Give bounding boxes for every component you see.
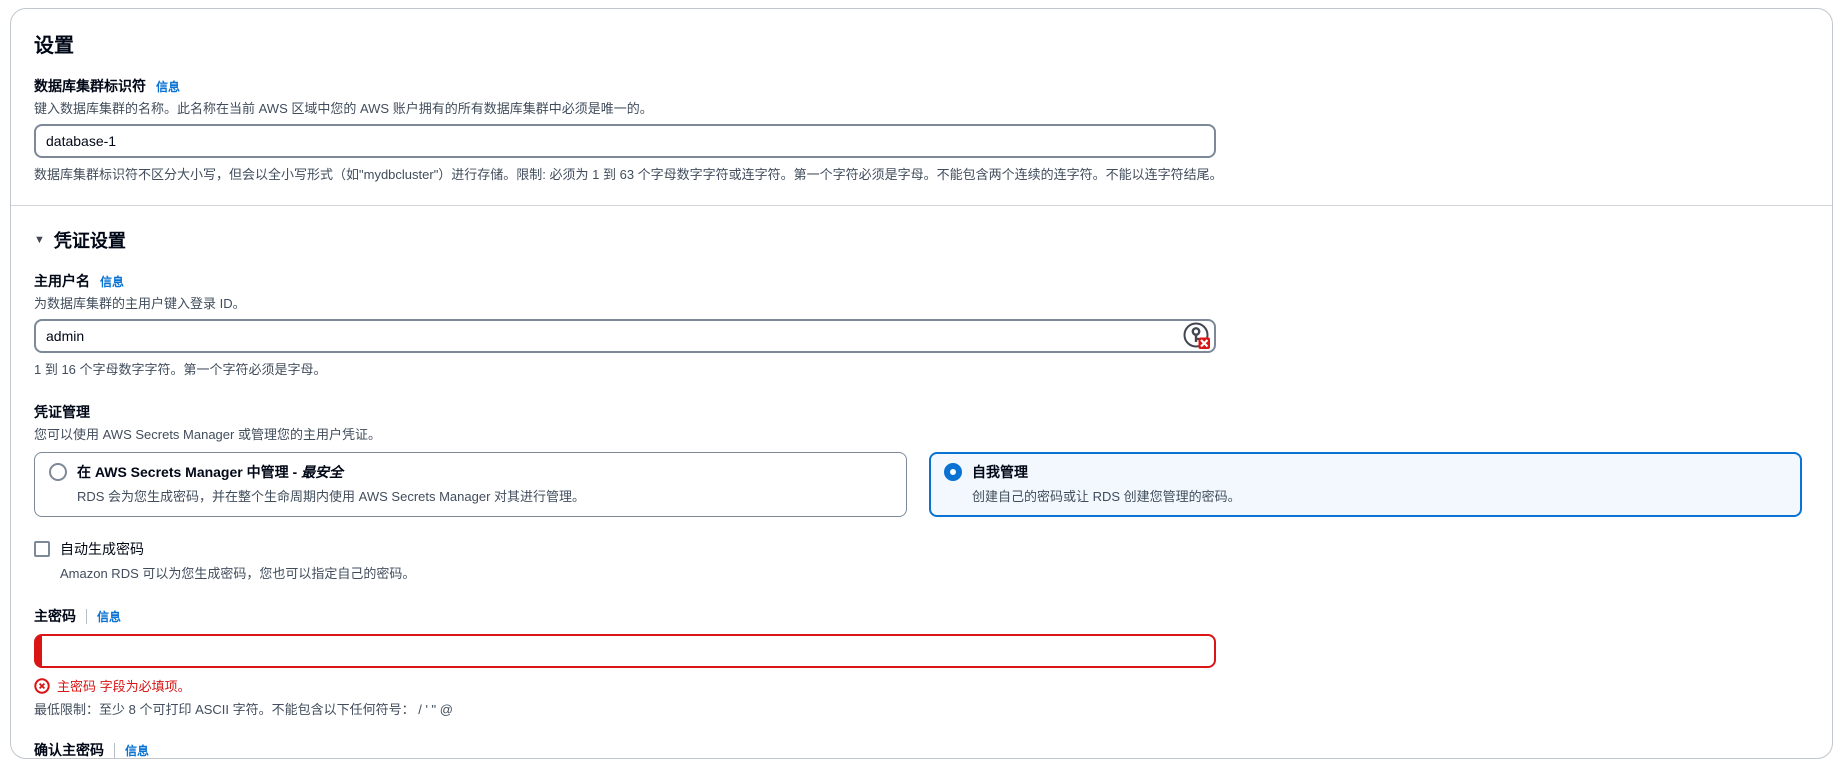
section-divider [11,205,1832,206]
cluster-identifier-description: 键入数据库集群的名称。此名称在当前 AWS 区域中您的 AWS 账户拥有的所有数… [34,101,653,116]
cluster-identifier-info-link[interactable]: 信息 [156,78,180,95]
credentials-section-header[interactable]: ▼ 凭证设置 [34,227,1811,253]
auto-generate-password-row: 自动生成密码 Amazon RDS 可以为您生成密码，您也可以指定自己的密码。 [34,539,1811,582]
master-password-input[interactable] [34,634,1216,668]
radio-tile-title: 在 AWS Secrets Manager 中管理 - 最安全 [77,464,344,480]
caret-down-icon: ▼ [34,233,45,246]
auto-generate-password-label: 自动生成密码 [60,541,144,557]
radio-tile-secrets-manager[interactable]: 在 AWS Secrets Manager 中管理 - 最安全 RDS 会为您生… [34,452,907,517]
label-separator [86,608,87,624]
credentials-management-options: 在 AWS Secrets Manager 中管理 - 最安全 RDS 会为您生… [34,452,1802,517]
confirm-master-password-info-link[interactable]: 信息 [125,742,149,759]
master-username-input[interactable] [34,319,1216,353]
master-password-label: 主密码 [34,608,76,624]
master-username-info-link[interactable]: 信息 [100,273,124,290]
cluster-identifier-input[interactable] [34,124,1216,158]
master-password-constraint: 最低限制：至少 8 个可打印 ASCII 字符。不能包含以下任何符号： / ' … [34,702,453,717]
master-username-description: 为数据库集群的主用户键入登录 ID。 [34,296,246,311]
credentials-management-label: 凭证管理 [34,404,90,420]
confirm-master-password-field: 确认主密码 信息 [34,740,1811,759]
radio-button-secrets-manager[interactable] [49,463,67,481]
page-title: 设置 [34,35,74,57]
radio-button-self-managed[interactable] [944,463,962,481]
master-password-error: 主密码 字段为必填项。 [34,676,1811,695]
master-password-error-text: 主密码 字段为必填项。 [57,679,191,694]
label-separator [114,742,115,758]
master-password-info-link[interactable]: 信息 [97,608,121,625]
credentials-management-field: 凭证管理 您可以使用 AWS Secrets Manager 或管理您的主用户凭… [34,402,1811,517]
key-password-manager-icon[interactable] [1183,322,1211,350]
error-circle-icon [34,677,50,694]
credentials-section-title: 凭证设置 [53,231,126,251]
cluster-identifier-constraint: 数据库集群标识符不区分大小写，但会以全小写形式（如"mydbcluster"）进… [34,167,1223,182]
radio-tile-description: 创建自己的密码或让 RDS 创建您管理的密码。 [972,489,1241,504]
radio-tile-title: 自我管理 [972,464,1028,480]
auto-generate-password-description: Amazon RDS 可以为您生成密码，您也可以指定自己的密码。 [60,566,416,581]
master-username-label: 主用户名 [34,273,90,289]
settings-panel: 设置 数据库集群标识符 信息 键入数据库集群的名称。此名称在当前 AWS 区域中… [10,8,1833,759]
radio-tile-self-managed[interactable]: 自我管理 创建自己的密码或让 RDS 创建您管理的密码。 [929,452,1802,517]
confirm-master-password-label: 确认主密码 [34,742,104,758]
auto-generate-password-checkbox[interactable] [34,541,50,557]
radio-tile-description: RDS 会为您生成密码，并在整个生命周期内使用 AWS Secrets Mana… [77,489,586,504]
master-username-constraint: 1 到 16 个字母数字字符。第一个字符必须是字母。 [34,362,327,377]
cluster-identifier-field: 数据库集群标识符 信息 键入数据库集群的名称。此名称在当前 AWS 区域中您的 … [34,76,1811,183]
master-password-field: 主密码 信息 主密码 字段为必填项。 最低限制：至少 8 个可打印 ASCII … [34,606,1811,718]
credentials-management-description: 您可以使用 AWS Secrets Manager 或管理您的主用户凭证。 [34,427,381,442]
cluster-identifier-label: 数据库集群标识符 [34,78,146,94]
master-username-field: 主用户名 信息 为数据库集群的主用户键入登录 ID。 1 到 1 [34,271,1811,378]
